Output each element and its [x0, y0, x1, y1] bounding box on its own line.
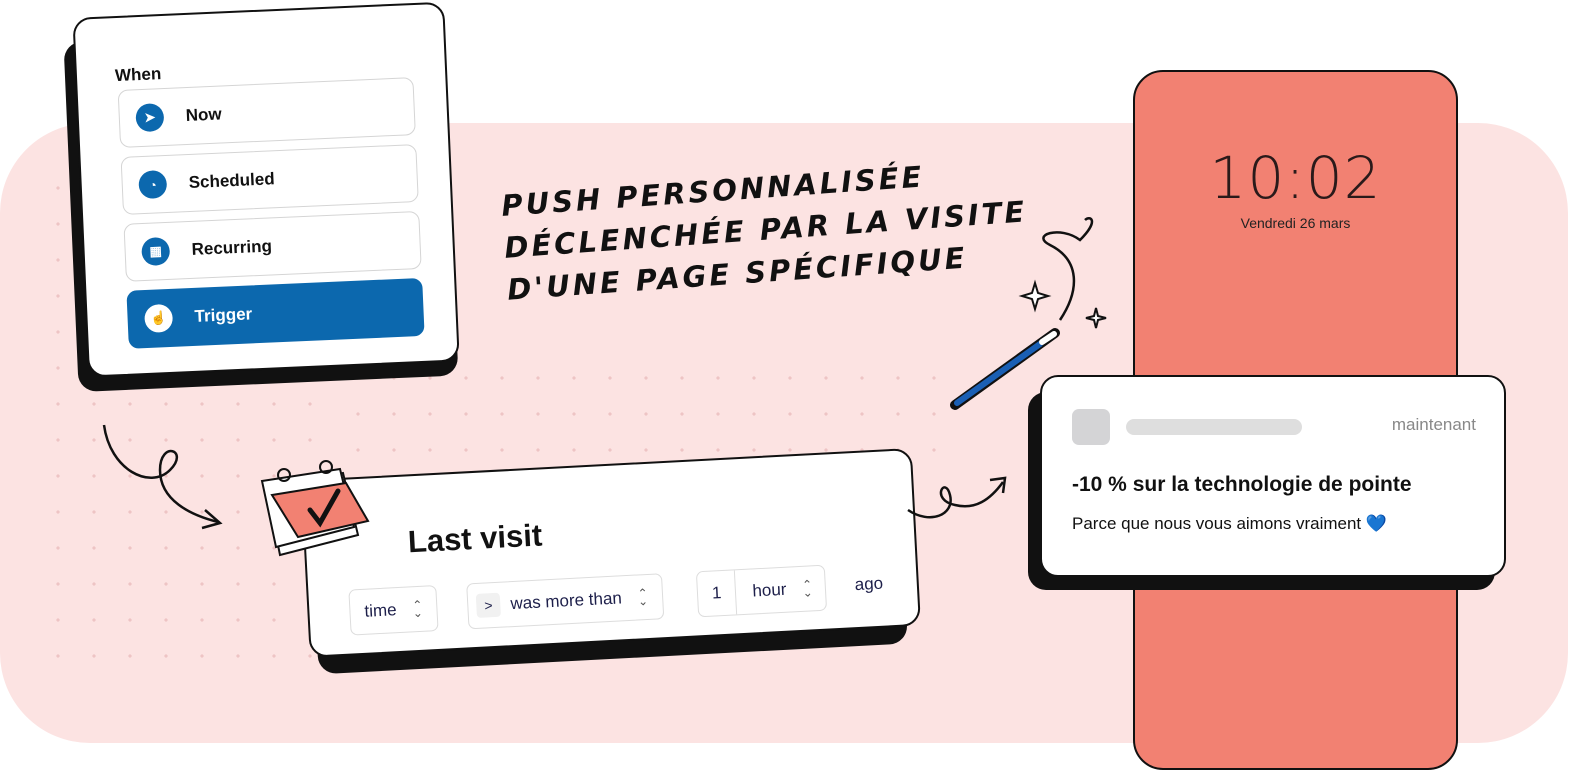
- notification-time: maintenant: [1391, 415, 1476, 434]
- app-icon: [1072, 409, 1110, 445]
- lockscreen-date: Vendredi 26 mars: [1240, 215, 1351, 231]
- app-name-placeholder: [1126, 419, 1302, 435]
- notification-body: Parce que nous vous aimons vraiment 💙: [1072, 514, 1388, 533]
- push-notification[interactable]: maintenant -10 % sur la technologie de p…: [1040, 375, 1506, 577]
- notification-title: -10 % sur la technologie de pointe: [1072, 473, 1412, 496]
- lockscreen-time: 10:02: [1209, 144, 1382, 212]
